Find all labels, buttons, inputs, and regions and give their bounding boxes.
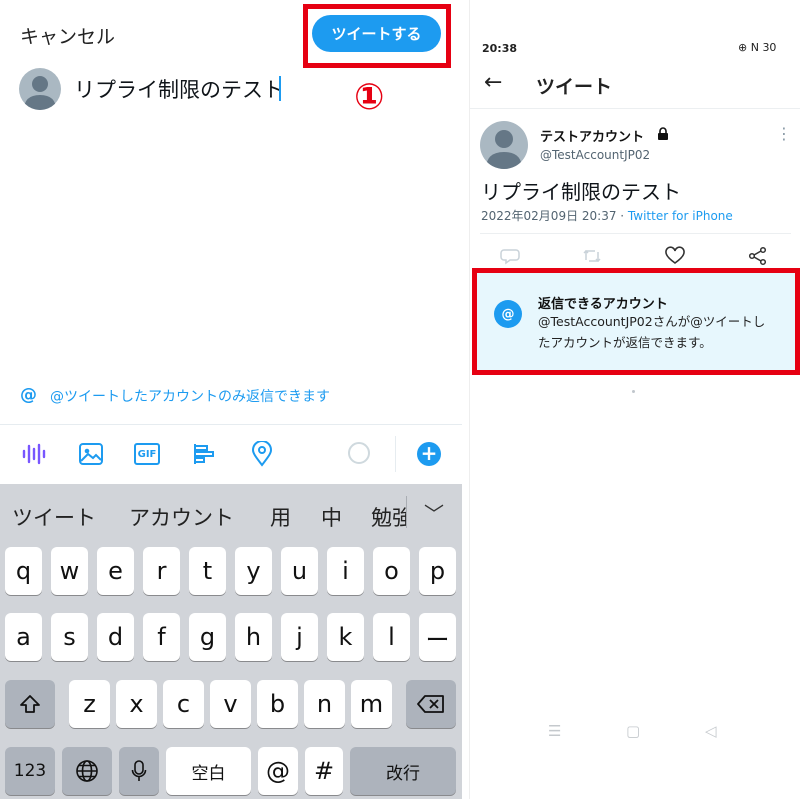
reply-icon[interactable]: [500, 246, 520, 266]
key-l[interactable]: l: [373, 613, 410, 661]
heart-icon[interactable]: [665, 246, 685, 266]
audio-waveform-icon[interactable]: [20, 440, 48, 468]
key-t[interactable]: t: [189, 547, 226, 595]
page-title: ツイート: [536, 76, 613, 98]
poll-icon[interactable]: [190, 440, 218, 468]
key-v[interactable]: v: [210, 680, 251, 728]
key-g[interactable]: g: [189, 613, 226, 661]
key-d[interactable]: d: [97, 613, 134, 661]
character-count-ring: [348, 442, 370, 464]
key-long-vowel[interactable]: ー: [419, 613, 456, 661]
status-bar-time: 20:38: [482, 42, 518, 55]
shift-key[interactable]: [5, 680, 55, 728]
key-k[interactable]: k: [327, 613, 364, 661]
suggestion-item[interactable]: アカウント: [129, 502, 234, 532]
key-h[interactable]: h: [235, 613, 272, 661]
key-c[interactable]: c: [163, 680, 204, 728]
tweet-source-link[interactable]: Twitter for iPhone: [628, 209, 733, 223]
suggestion-divider: [406, 496, 407, 528]
numbers-key[interactable]: 123: [5, 747, 55, 795]
back-arrow-icon[interactable]: ←: [484, 70, 502, 95]
reply-setting-button[interactable]: @ツイートしたアカウントのみ返信できます: [50, 386, 330, 406]
key-o[interactable]: o: [373, 547, 410, 595]
globe-icon: [76, 760, 98, 782]
key-p[interactable]: p: [419, 547, 456, 595]
backspace-key[interactable]: [406, 680, 456, 728]
retweet-icon[interactable]: [582, 246, 602, 266]
at-key[interactable]: @: [258, 747, 298, 795]
suggestion-item[interactable]: 用: [270, 502, 291, 532]
return-key[interactable]: 改行: [350, 747, 456, 795]
gif-icon[interactable]: GIF: [133, 440, 161, 468]
location-pin-icon[interactable]: [248, 440, 276, 468]
tweet-timestamp: 2022年02月09日 20:37 · Twitter for iPhone: [481, 207, 733, 224]
key-a[interactable]: a: [5, 613, 42, 661]
tweet-detail-screen: 20:38 ⊕ N 30 ← ツイート テストアカウント @TestAccoun…: [469, 0, 800, 799]
divider: [480, 233, 791, 234]
image-icon[interactable]: [77, 440, 105, 468]
highlight-box-tweet-button: [303, 4, 451, 68]
toolbar-divider: [395, 436, 396, 472]
key-w[interactable]: w: [51, 547, 88, 595]
status-bar-icons: ⊕ N 30: [738, 41, 777, 54]
compose-textarea[interactable]: リプライ制限のテスト: [74, 74, 284, 104]
microphone-key[interactable]: [119, 747, 159, 795]
shift-icon: [20, 695, 40, 713]
reply-setting-icon[interactable]: @: [20, 385, 37, 405]
divider: [0, 424, 462, 425]
cancel-button[interactable]: キャンセル: [20, 22, 115, 49]
add-thread-button[interactable]: +: [417, 442, 441, 466]
avatar[interactable]: [480, 121, 528, 169]
key-z[interactable]: z: [69, 680, 110, 728]
key-b[interactable]: b: [257, 680, 298, 728]
key-f[interactable]: f: [143, 613, 180, 661]
backspace-icon: [417, 695, 444, 713]
text-caret: [279, 76, 281, 101]
chevron-down-icon[interactable]: ﹀: [424, 498, 444, 527]
key-i[interactable]: i: [327, 547, 364, 595]
key-q[interactable]: q: [5, 547, 42, 595]
key-u[interactable]: u: [281, 547, 318, 595]
tweet-date: 2022年02月09日 20:37 ·: [481, 209, 628, 223]
microphone-icon: [131, 760, 147, 781]
hash-key[interactable]: #: [305, 747, 343, 795]
tweet-text: リプライ制限のテスト: [481, 180, 681, 204]
highlight-box-reply-notice: [472, 268, 800, 375]
divider: [470, 108, 800, 109]
key-e[interactable]: e: [97, 547, 134, 595]
key-x[interactable]: x: [116, 680, 157, 728]
suggestion-item[interactable]: 勉強: [371, 502, 406, 532]
space-key[interactable]: 空白: [166, 747, 251, 795]
home-nav-icon[interactable]: ▢: [626, 722, 640, 740]
more-options-icon[interactable]: ⋮: [776, 124, 792, 143]
globe-key[interactable]: [62, 747, 112, 795]
key-r[interactable]: r: [143, 547, 180, 595]
compose-screen: キャンセル ツイートする ① リプライ制限のテスト @ @ツイートしたアカウント…: [0, 0, 462, 799]
account-name[interactable]: テストアカウント: [540, 126, 644, 145]
lock-icon: [658, 127, 668, 140]
annotation-number: ①: [354, 77, 385, 118]
key-m[interactable]: m: [351, 680, 392, 728]
key-s[interactable]: s: [51, 613, 88, 661]
key-y[interactable]: y: [235, 547, 272, 595]
menu-nav-icon[interactable]: ☰: [548, 722, 561, 740]
gif-label: GIF: [134, 443, 160, 465]
loading-dot: [632, 390, 635, 393]
back-nav-icon[interactable]: ◁: [705, 722, 717, 740]
key-n[interactable]: n: [304, 680, 345, 728]
share-icon[interactable]: [748, 246, 768, 266]
software-keyboard: ツイート アカウント 用 中 勉強 ﹀ q w e r t y u i o p …: [0, 484, 462, 799]
account-handle[interactable]: @TestAccountJP02: [540, 148, 650, 162]
suggestion-item[interactable]: 中: [321, 502, 342, 532]
key-j[interactable]: j: [281, 613, 318, 661]
avatar: [19, 68, 61, 110]
suggestion-item[interactable]: ツイート: [12, 502, 96, 532]
